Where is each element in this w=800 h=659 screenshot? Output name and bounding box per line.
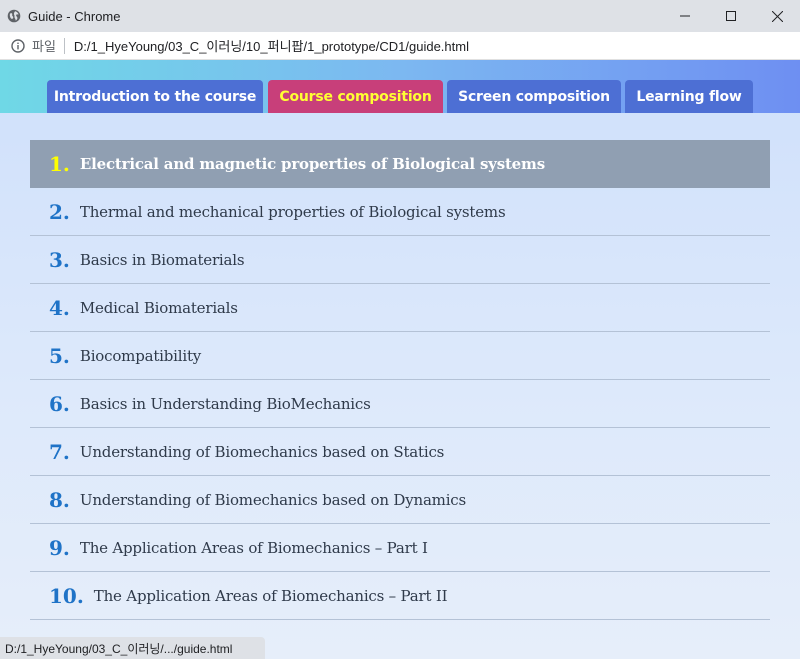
course-number: 3. [49,247,70,272]
globe-icon [6,8,22,24]
minimize-icon [680,15,690,17]
tab-learning-flow[interactable]: Learning flow [625,80,753,113]
address-bar[interactable]: 파일 D:/1_HyeYoung/03_C_이러닝/10_퍼니팝/1_proto… [0,32,800,60]
course-item-1[interactable]: 1. Electrical and magnetic properties of… [30,140,770,188]
course-number: 6. [49,391,70,416]
course-title: The Application Areas of Biomechanics – … [93,586,448,605]
course-item-3[interactable]: 3. Basics in Biomaterials [30,236,770,284]
close-icon [771,10,783,22]
course-item-6[interactable]: 6. Basics in Understanding BioMechanics [30,380,770,428]
minimize-button[interactable] [662,0,708,32]
course-title: Basics in Understanding BioMechanics [79,394,371,413]
page-content: Introduction to the course Course compos… [0,60,800,659]
tab-screen-composition[interactable]: Screen composition [447,80,621,113]
course-item-8[interactable]: 8. Understanding of Biomechanics based o… [30,476,770,524]
course-number: 8. [49,487,70,512]
status-bubble: D:/1_HyeYoung/03_C_이러닝/.../guide.html [0,637,265,659]
address-separator [63,37,65,54]
course-number: 4. [49,295,70,320]
tab-bar: Introduction to the course Course compos… [0,60,800,113]
course-number: 7. [49,439,70,464]
course-title: Electrical and magnetic properties of Bi… [79,154,545,173]
course-item-7[interactable]: 7. Understanding of Biomechanics based o… [30,428,770,476]
window-title: Guide - Chrome [28,8,121,24]
course-number: 1. [49,151,70,176]
window-controls [662,0,800,32]
info-icon[interactable] [10,38,26,54]
course-title: The Application Areas of Biomechanics – … [79,538,428,557]
course-number: 10. [49,583,84,608]
url-scheme-label: 파일 [32,39,56,54]
course-list: 1. Electrical and magnetic properties of… [30,140,770,620]
maximize-button[interactable] [708,0,754,32]
course-title: Basics in Biomaterials [79,250,245,269]
course-item-10[interactable]: 10. The Application Areas of Biomechanic… [30,572,770,620]
course-item-2[interactable]: 2. Thermal and mechanical properties of … [30,188,770,236]
course-number: 9. [49,535,70,560]
course-title: Medical Biomaterials [79,298,238,317]
tab-introduction[interactable]: Introduction to the course [47,80,263,113]
close-button[interactable] [754,0,800,32]
url-text[interactable]: D:/1_HyeYoung/03_C_이러닝/10_퍼니팝/1_prototyp… [74,36,469,55]
window-titlebar: Guide - Chrome [0,0,800,32]
course-item-4[interactable]: 4. Medical Biomaterials [30,284,770,332]
course-title: Biocompatibility [79,346,202,365]
course-number: 2. [49,199,70,224]
course-title: Understanding of Biomechanics based on S… [79,442,445,461]
tab-course-composition[interactable]: Course composition [268,80,443,113]
course-number: 5. [49,343,70,368]
course-item-5[interactable]: 5. Biocompatibility [30,332,770,380]
course-title: Thermal and mechanical properties of Bio… [79,202,506,221]
maximize-icon [726,11,736,21]
course-title: Understanding of Biomechanics based on D… [79,490,467,509]
course-item-9[interactable]: 9. The Application Areas of Biomechanics… [30,524,770,572]
